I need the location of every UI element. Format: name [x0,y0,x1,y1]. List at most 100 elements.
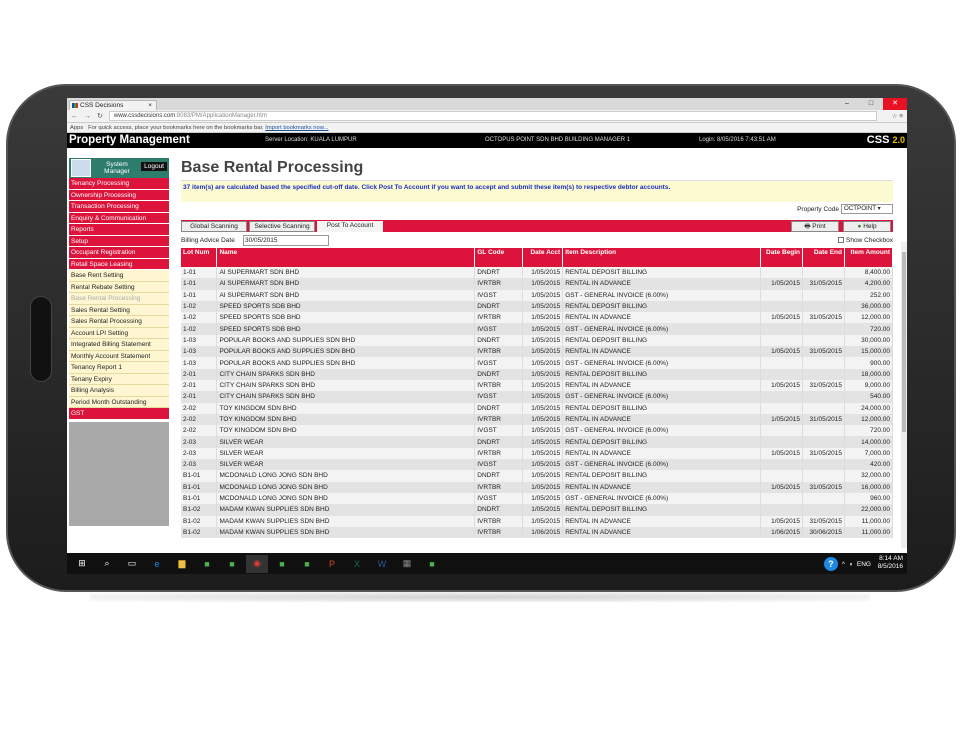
table-row[interactable]: 2-02 TOY KINGDOM SDN BHD IVGST 1/05/2015 GST… [181,425,894,437]
reload-icon[interactable]: ↻ [97,112,103,120]
table-cell [802,470,845,482]
table-row[interactable]: 1-01 AI SUPERMART SDN BHD IVRTBR 1/05/2015 R… [181,278,894,290]
table-row[interactable]: 2-02 TOY KINGDOM SDN BHD IVRTBR 1/05/2015 RE… [181,413,894,426]
table-row[interactable]: B1-01 MCDONALD LONG JONG SDN BHD IVGST 1/05… [181,492,894,505]
sidebar-subitem[interactable]: Rental Rebate Setting [69,281,169,293]
table-row[interactable]: 1-01 AI SUPERMART SDN BHD IVGST 1/05/2015 GS… [181,289,894,301]
sidebar-subitem[interactable]: Sales Rental Processing [69,316,169,328]
table-cell [802,289,845,301]
post-to-account-button[interactable]: Post To Account [317,221,383,232]
forward-icon[interactable]: → [84,113,91,120]
column-header[interactable]: Date Acct [522,248,564,267]
column-header[interactable]: Item Description [562,248,762,267]
app-icon[interactable]: ■ [196,555,218,573]
tray-arrow-icon[interactable]: ^ [842,561,845,568]
table-row[interactable]: 1-02 SPEED SPORTS SDB BHD IVGST 1/05/2015 GS… [181,323,894,335]
file-explorer-icon[interactable]: ▆ [171,555,193,573]
sidebar-item[interactable]: Setup [69,235,169,247]
tab-close-icon[interactable]: × [148,101,152,110]
help-button[interactable]: ● Help [843,221,891,232]
property-code-select[interactable]: OCTPOINT ▾ [841,204,893,214]
start-icon[interactable]: ⊞ [71,555,93,573]
browser-tab[interactable]: CSS Decisions × [69,100,157,110]
column-header[interactable]: Lot Num [181,248,218,267]
task-view-icon[interactable]: ▭ [121,555,143,573]
sidebar-item-gst[interactable]: GST [69,408,169,420]
search-icon[interactable]: ⌕ [96,555,118,573]
sidebar-subitem[interactable]: Sales Rental Setting [69,304,169,316]
table-row[interactable]: 2-03 SILVER WEAR IVGST 1/05/2015 GST - GENER… [181,459,894,471]
table-row[interactable]: 2-01 CITY CHAIN SPARKS SDN BHD IVGST 1/05/2… [181,391,894,403]
sidebar-subitem[interactable]: Tenany Expiry [69,373,169,385]
sidebar-subitem[interactable]: Monthly Account Statement [69,350,169,362]
minimize-icon[interactable]: – [835,98,859,110]
menu-icon[interactable]: ☆ ≡ [892,112,903,120]
sidebar-item[interactable]: Reports [69,224,169,236]
table-row[interactable]: 1-03 POPULAR BOOKS AND SUPPLIES SDN BHD IV… [181,357,894,369]
app-icon[interactable]: ■ [221,555,243,573]
help-question-icon[interactable]: ? [823,557,838,571]
volume-icon[interactable]: ◖ [849,561,853,568]
sidebar-subitem[interactable]: Base Rental Processing [69,293,169,305]
table-row[interactable]: B1-02 MADAM KWAN SUPPLIES SDN BHD IVRTBR 1/… [181,515,894,527]
table-row[interactable]: 1-02 SPEED SPORTS SDB BHD DNDRT 1/05/2015 RE… [181,300,894,313]
maximize-icon[interactable]: □ [859,98,883,110]
table-row[interactable]: B1-01 MCDONALD LONG JONG SDN BHD DNDRT 1/05… [181,470,894,482]
chrome-icon[interactable]: ◉ [246,554,268,573]
sidebar-item[interactable]: Transaction Processing [69,201,169,213]
calculator-icon[interactable]: ▦ [396,555,418,573]
table-row[interactable]: B1-02 MADAM KWAN SUPPLIES SDN BHD DNDRT 1/0… [181,504,894,516]
sidebar-subitem[interactable]: Period Month Outstanding [69,396,169,408]
table-row[interactable]: B1-02 MADAM KWAN SUPPLIES SDN BHD IVRTBR 1/… [181,526,894,539]
tablet-shadow [90,592,870,602]
sidebar-subitem[interactable]: Integrated Billing Statement [69,339,169,351]
table-cell: MCDONALD LONG JONG SDN BHD [216,481,476,493]
sidebar-subitem[interactable]: Billing Analysis [69,385,169,397]
app-icon[interactable]: ■ [421,555,443,573]
table-row[interactable]: B1-01 MCDONALD LONG JONG SDN BHD IVRTBR 1/0… [181,481,894,493]
global-scanning-button[interactable]: Global Scanning [181,221,247,232]
sidebar-subitem[interactable]: Account LPI Setting [69,327,169,339]
sidebar-item[interactable]: Tenancy Processing [69,178,169,190]
column-header[interactable]: Date Begin [760,248,803,267]
table-row[interactable]: 1-03 POPULAR BOOKS AND SUPPLIES SDN BHD DN… [181,334,894,347]
billing-date-input[interactable]: 30/05/2015 [243,235,329,246]
table-row[interactable]: 2-01 CITY CHAIN SPARKS SDN BHD IVRTBR 1/05/… [181,379,894,392]
excel-icon[interactable]: X [346,555,368,573]
sidebar-item[interactable]: Ownership Processing [69,189,169,201]
column-header[interactable]: Date End [802,248,845,267]
show-checkbox[interactable]: Show Checkbox [838,237,893,244]
selective-scanning-button[interactable]: Selective Scanning [249,221,315,232]
app-icon[interactable]: ■ [271,555,293,573]
print-button[interactable]: 🖶 Print [791,221,839,232]
sidebar-item[interactable]: Occupant Registration [69,247,169,259]
sidebar-item[interactable]: Enquiry & Communication [69,212,169,224]
table-row[interactable]: 2-03 SILVER WEAR IVRTBR 1/05/2015 RENTAL IN … [181,447,894,460]
app-icon[interactable]: ■ [296,555,318,573]
table-row[interactable]: 1-01 AI SUPERMART SDN BHD DNDRT 1/05/2015 RE… [181,267,894,279]
sidebar-subitem[interactable]: Base Rent Setting [69,270,169,282]
edge-icon[interactable]: e [146,555,168,573]
scrollbar-thumb[interactable] [902,252,906,432]
column-header[interactable]: Name [216,248,476,267]
table-row[interactable]: 2-01 CITY CHAIN SPARKS SDN BHD DNDRT 1/05/2… [181,368,894,380]
language-indicator[interactable]: ENG [857,561,871,568]
powerpoint-icon[interactable]: P [321,555,343,573]
table-row[interactable]: 2-02 TOY KINGDOM SDN BHD DNDRT 1/05/2015 REN… [181,402,894,414]
back-icon[interactable]: ← [71,113,78,120]
word-icon[interactable]: W [371,555,393,573]
column-header[interactable]: GL Code [474,248,524,267]
table-row[interactable]: 1-03 POPULAR BOOKS AND SUPPLIES SDN BHD IV… [181,346,894,358]
sidebar-subitem[interactable]: Tenancy Report 1 [69,362,169,374]
table-row[interactable]: 1-02 SPEED SPORTS SDB BHD IVRTBR 1/05/2015 R… [181,312,894,324]
import-bookmarks-link[interactable]: Import bookmarks now... [265,125,328,131]
table-row[interactable]: 2-03 SILVER WEAR DNDRT 1/05/2015 RENTAL DEPO… [181,436,894,448]
clock[interactable]: 8:14 AM 8/5/2016 [878,555,903,571]
url-field[interactable]: www.cssdecisions.com:8083/PM/Application… [108,111,877,121]
sidebar-item[interactable]: Retail Space Leasing [69,258,169,270]
apps-shortcut[interactable]: Apps [70,125,83,131]
logout-button[interactable]: Logout [141,162,167,171]
column-header[interactable]: Item Amount [844,248,894,267]
close-window-icon[interactable]: ✕ [883,98,907,110]
page-scrollbar[interactable] [901,242,907,548]
